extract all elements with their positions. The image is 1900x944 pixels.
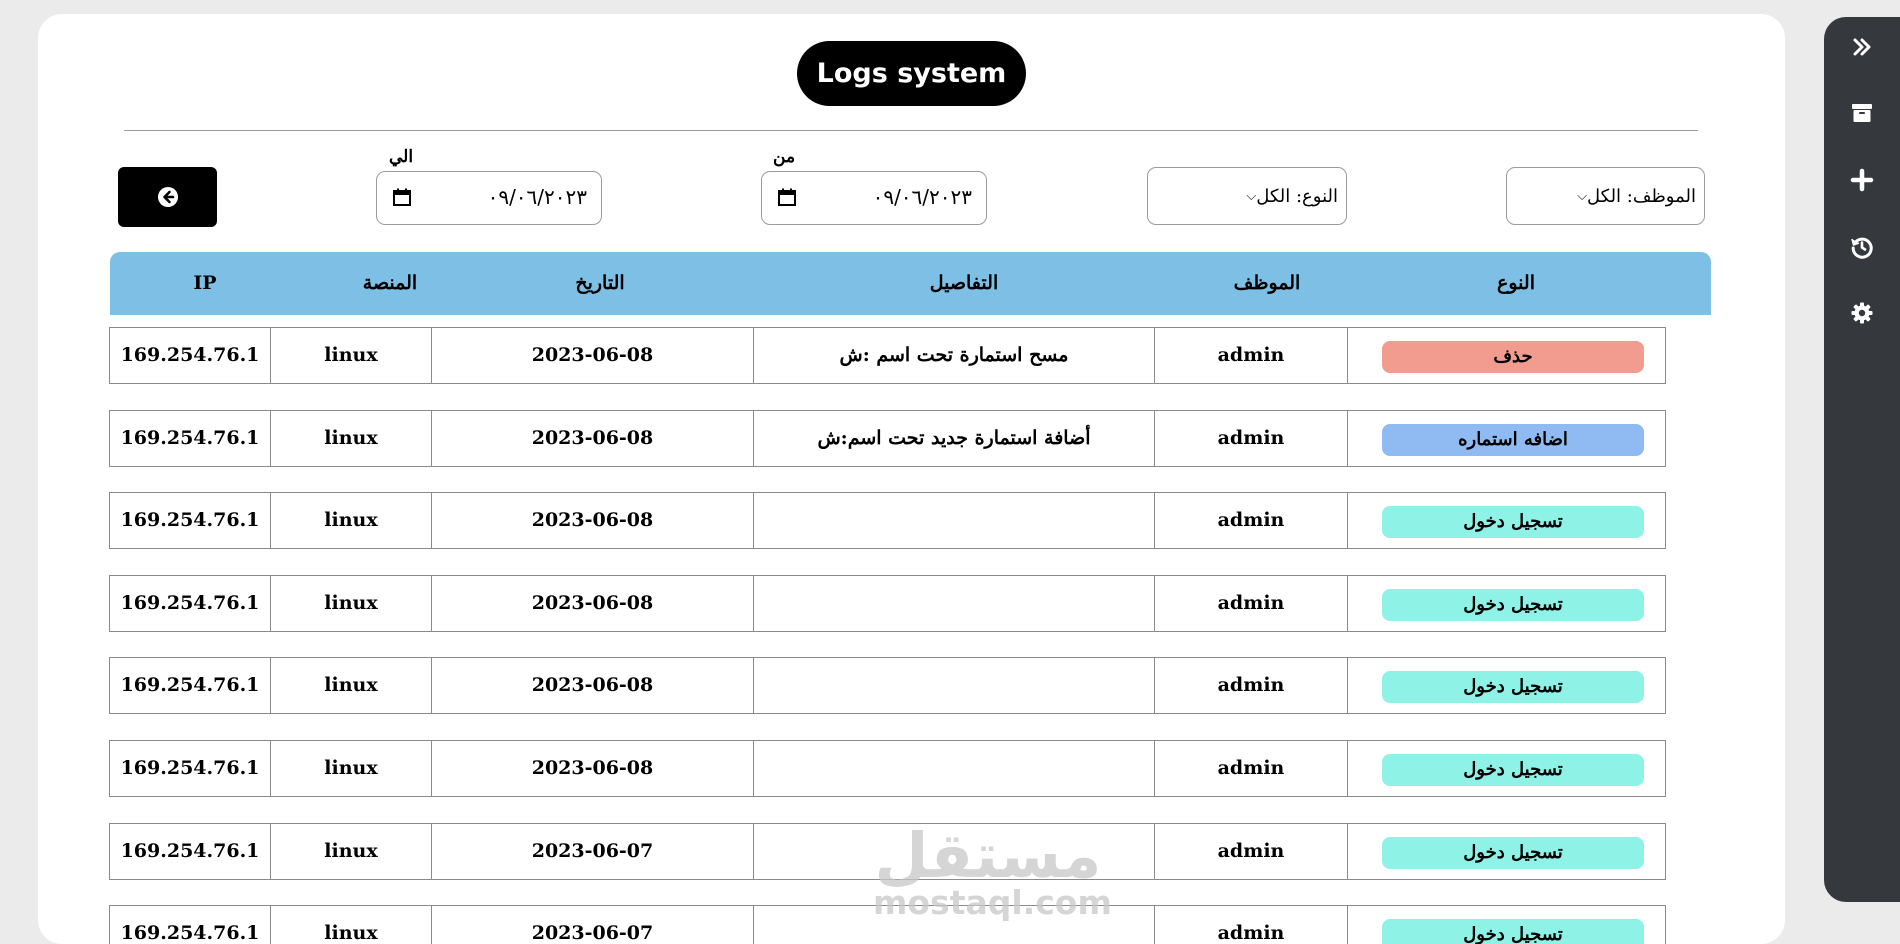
page-title: Logs system [797, 41, 1026, 106]
cell-ip: 169.254.76.1 [120, 344, 260, 366]
table-row: 169.254.76.1 linux 2023-06-08 أضافة استمارة… [109, 410, 1666, 467]
history-icon[interactable] [1850, 235, 1874, 259]
cell-employee: admin [1154, 741, 1347, 796]
arrow-circle-left-icon [157, 187, 178, 207]
header-details: التفاصيل [929, 272, 999, 294]
cell-ip: 169.254.76.1 [120, 592, 260, 614]
type-badge: تسجيل دخول [1382, 589, 1644, 621]
header-platform: المنصة [362, 272, 418, 294]
title-divider [124, 130, 1698, 131]
cell-details [753, 493, 1154, 548]
cell-platform: linux [270, 658, 431, 713]
cell-ip: 169.254.76.1 [120, 509, 260, 531]
employee-filter-value: الموظف: الكل [1587, 185, 1696, 207]
main-card: Logs system ⌵ الموظف: الكل ⌵ النوع: الكل… [38, 14, 1785, 944]
table-row: 169.254.76.1 linux 2023-06-08 admin تسجيل دخ… [109, 575, 1666, 632]
cell-platform: linux [270, 824, 431, 879]
table-header: النوع الموظف التفاصيل التاريخ المنصة IP [110, 252, 1711, 315]
cell-ip: 169.254.76.1 [120, 922, 260, 944]
table-row: 169.254.76.1 linux 2023-06-07 admin تسجيل دخ… [109, 823, 1666, 880]
employee-filter-select[interactable]: ⌵ الموظف: الكل [1506, 167, 1705, 225]
cell-details [753, 824, 1154, 879]
cell-platform: linux [270, 411, 431, 466]
type-filter-value: النوع: الكل [1256, 185, 1338, 207]
type-badge: اضافه استماره [1382, 424, 1644, 456]
cell-date: 2023-06-07 [431, 824, 753, 879]
cell-date: 2023-06-08 [431, 576, 753, 631]
cell-details: أضافة استمارة جديد تحت اسم:ش [753, 411, 1154, 466]
cell-ip: 169.254.76.1 [120, 757, 260, 779]
to-date-input[interactable]: ٠٩/٠٦/٢٠٢٣ [376, 171, 602, 225]
from-date-input[interactable]: ٠٩/٠٦/٢٠٢٣ [761, 171, 987, 225]
header-employee: الموظف [1233, 272, 1301, 294]
from-date-value: ٠٩/٠٦/٢٠٢٣ [872, 185, 972, 209]
cell-details: مسح استمارة تحت اسم :ش [753, 328, 1154, 383]
cell-employee: admin [1154, 328, 1347, 383]
cell-details [753, 658, 1154, 713]
cell-details [753, 576, 1154, 631]
plus-icon[interactable] [1850, 168, 1874, 192]
from-date-label: من [773, 147, 796, 167]
archive-icon[interactable] [1850, 101, 1874, 125]
cell-details [753, 741, 1154, 796]
type-badge: تسجيل دخول [1382, 837, 1644, 869]
to-date-label: الي [389, 147, 414, 167]
double-chevron-right-icon[interactable] [1850, 35, 1874, 59]
cell-ip: 169.254.76.1 [120, 427, 260, 449]
cell-date: 2023-06-08 [431, 328, 753, 383]
to-date-value: ٠٩/٠٦/٢٠٢٣ [487, 185, 587, 209]
cell-date: 2023-06-08 [431, 411, 753, 466]
type-badge: تسجيل دخول [1382, 754, 1644, 786]
header-ip: IP [193, 272, 217, 294]
header-date: التاريخ [575, 272, 625, 294]
cell-details [753, 906, 1154, 944]
cell-date: 2023-06-08 [431, 741, 753, 796]
type-filter-select[interactable]: ⌵ النوع: الكل [1147, 167, 1347, 225]
calendar-icon[interactable] [393, 188, 411, 206]
chevron-down-icon: ⌵ [1246, 188, 1257, 204]
cell-employee: admin [1154, 576, 1347, 631]
table-row: 169.254.76.1 linux 2023-06-08 admin تسجيل دخ… [109, 740, 1666, 797]
back-button[interactable] [118, 167, 217, 227]
cell-platform: linux [270, 328, 431, 383]
cell-platform: linux [270, 906, 431, 944]
chevron-down-icon: ⌵ [1577, 188, 1587, 204]
type-badge: حذف [1382, 341, 1644, 373]
table-row: 169.254.76.1 linux 2023-06-08 مسح استمارة ت… [109, 327, 1666, 384]
table-row: 169.254.76.1 linux 2023-06-08 admin تسجيل دخ… [109, 657, 1666, 714]
cell-date: 2023-06-08 [431, 493, 753, 548]
cell-employee: admin [1154, 658, 1347, 713]
cell-employee: admin [1154, 824, 1347, 879]
cell-date: 2023-06-08 [431, 658, 753, 713]
header-type: النوع [1497, 272, 1535, 294]
cell-date: 2023-06-07 [431, 906, 753, 944]
cell-employee: admin [1154, 493, 1347, 548]
type-badge: تسجيل دخول [1382, 506, 1644, 538]
cell-platform: linux [270, 741, 431, 796]
cell-ip: 169.254.76.1 [120, 840, 260, 862]
sidebar [1824, 17, 1900, 902]
table-row: 169.254.76.1 linux 2023-06-08 admin تسجيل دخ… [109, 492, 1666, 549]
cell-employee: admin [1154, 906, 1347, 944]
cell-platform: linux [270, 493, 431, 548]
calendar-icon[interactable] [778, 188, 796, 206]
cell-employee: admin [1154, 411, 1347, 466]
type-badge: تسجيل دخول [1382, 919, 1644, 944]
type-badge: تسجيل دخول [1382, 671, 1644, 703]
gear-icon[interactable] [1850, 301, 1874, 325]
cell-ip: 169.254.76.1 [120, 674, 260, 696]
cell-platform: linux [270, 576, 431, 631]
table-row: 169.254.76.1 linux 2023-06-07 admin تسجيل دخ… [109, 905, 1666, 944]
